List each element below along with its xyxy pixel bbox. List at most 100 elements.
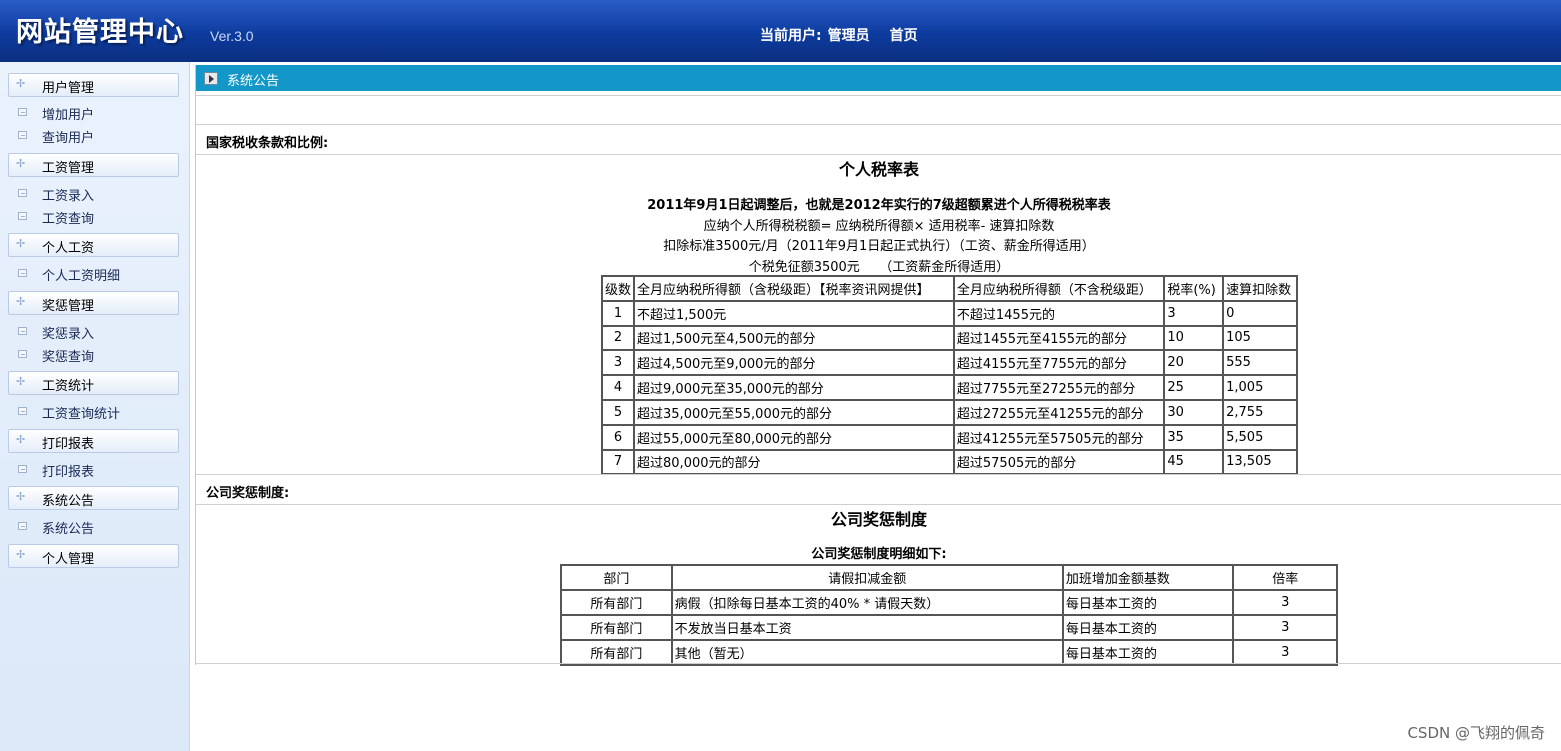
tree-node-icon <box>18 327 27 335</box>
expand-icon: ✢ <box>16 548 26 561</box>
menu-group-salary-management[interactable]: ✢ 工资管理 <box>8 153 179 177</box>
site-title: 网站管理中心 <box>16 17 184 48</box>
tax-rate-table: 级数 全月应纳税所得额（含税级距）【税率资讯网提供】 全月应纳税所得额（不含税级… <box>600 275 1298 476</box>
tree-node-icon <box>18 522 27 530</box>
table-row: 6 超过55,000元至80,000元的部分 超过41255元至57505元的部分 3… <box>600 423 1298 451</box>
tree-node-icon <box>18 189 27 197</box>
table-header-cell: 倍率 <box>1232 564 1338 591</box>
table-cell: 13,505 <box>1222 448 1298 476</box>
table-cell: 每日基本工资的 <box>1061 589 1235 616</box>
table-cell: 30 <box>1163 398 1225 426</box>
menu-group-label: 打印报表 <box>42 437 95 452</box>
watermark: CSDN @飞翔的佩奇 <box>1407 724 1545 742</box>
divider <box>196 154 1561 155</box>
divider <box>196 124 1561 125</box>
table-cell: 25 <box>1163 374 1225 401</box>
table-cell: 3 <box>1232 589 1338 616</box>
table-cell: 4 <box>600 374 636 401</box>
table-cell: 超过41255元至57505元的部分 <box>952 423 1166 451</box>
table-cell: 所有部门 <box>560 614 673 641</box>
menu-item-label: 工资查询统计 <box>42 407 121 422</box>
table-cell: 6 <box>600 423 636 451</box>
tax-subtitle: 2011年9月1日起调整后，也就是2012年实行的7级超额累进个人所得税税率表 <box>647 198 1111 213</box>
main-panel: 系统公告 国家税收条款和比例: 个人税率表 2011年9月1日起调整后，也就是2… <box>195 65 1561 666</box>
table-cell: 超过9,000元至35,000元的部分 <box>633 374 955 401</box>
table-cell: 5,505 <box>1222 423 1298 451</box>
table-row: 1 不超过1,500元 不超过1455元的 3 0 <box>600 299 1298 327</box>
table-cell: 超过4155元至7755元的部分 <box>952 349 1166 377</box>
tax-standard: 扣除标准3500元/月（2011年9月1日起正式执行）（工资、薪金所得适用） <box>663 239 1095 254</box>
table-cell: 超过35,000元至55,000元的部分 <box>633 398 955 426</box>
expand-icon: ✢ <box>16 490 26 503</box>
table-cell: 5 <box>600 398 636 426</box>
table-header-cell: 级数 <box>600 275 636 302</box>
tree-node-icon <box>18 212 27 220</box>
menu-group-user-management[interactable]: ✢ 用户管理 <box>8 73 179 97</box>
site-version: Ver.3.0 <box>210 28 254 44</box>
table-cell: 1 <box>600 299 636 327</box>
table-cell: 不超过1,500元 <box>633 299 955 327</box>
table-row: 所有部门 其他（暂无） 每日基本工资的 3 <box>560 639 1338 666</box>
table-cell: 105 <box>1222 324 1298 352</box>
table-row: 2 超过1,500元至4,500元的部分 超过1455元至4155元的部分 10 105 <box>600 324 1298 352</box>
menu-group-label: 工资管理 <box>42 161 95 176</box>
menu-group-label: 个人工资 <box>42 241 95 256</box>
menu-group-personal-salary[interactable]: ✢ 个人工资 <box>8 233 179 257</box>
tax-section-label: 国家税收条款和比例: <box>206 136 329 151</box>
table-row: 3 超过4,500元至9,000元的部分 超过4155元至7755元的部分 20 555 <box>600 349 1298 377</box>
divider <box>196 474 1561 475</box>
table-cell: 2 <box>600 324 636 352</box>
table-cell: 超过4,500元至9,000元的部分 <box>633 349 955 377</box>
tax-threshold: 个税免征额3500元 （工资薪金所得适用） <box>748 260 1010 275</box>
table-cell: 0 <box>1222 299 1298 327</box>
table-cell: 超过1,500元至4,500元的部分 <box>633 324 955 352</box>
tax-title: 个人税率表 <box>838 160 919 179</box>
table-header-cell: 税率(%) <box>1163 275 1225 302</box>
table-header-cell: 部门 <box>560 564 673 591</box>
menu-group-print-report[interactable]: ✢ 打印报表 <box>8 429 179 453</box>
table-cell: 超过27255元至41255元的部分 <box>952 398 1166 426</box>
menu-group-salary-statistics[interactable]: ✢ 工资统计 <box>8 371 179 395</box>
menu-group-label: 系统公告 <box>42 494 95 509</box>
table-cell: 555 <box>1222 349 1298 377</box>
menu-item-label: 系统公告 <box>42 522 95 537</box>
table-cell: 35 <box>1163 423 1225 451</box>
table-cell: 3 <box>1232 614 1338 641</box>
table-header-row: 部门 请假扣减金额 加班增加金额基数 倍率 <box>560 564 1338 591</box>
menu-item-label: 增加用户 <box>42 108 95 123</box>
table-cell: 不发放当日基本工资 <box>670 614 1064 641</box>
table-cell: 2,755 <box>1222 398 1298 426</box>
tree-node-icon <box>18 131 27 139</box>
table-cell: 超过1455元至4155元的部分 <box>952 324 1166 352</box>
menu-group-announcement[interactable]: ✢ 系统公告 <box>8 486 179 510</box>
top-header: 网站管理中心 Ver.3.0 当前用户: 管理员 首页 <box>0 0 1561 62</box>
menu-group-reward-management[interactable]: ✢ 奖惩管理 <box>8 291 179 315</box>
reward-table: 部门 请假扣减金额 加班增加金额基数 倍率 所有部门 病假（扣除每日基本工资的40… <box>560 564 1338 666</box>
tree-node-icon <box>18 407 27 415</box>
table-cell: 所有部门 <box>560 639 673 666</box>
menu-item-label: 工资录入 <box>42 189 95 204</box>
table-cell: 10 <box>1163 324 1225 352</box>
menu-group-personal-management[interactable]: ✢ 个人管理 <box>8 544 179 568</box>
menu-item-label: 奖惩查询 <box>42 350 95 365</box>
table-cell: 3 <box>600 349 636 377</box>
table-cell: 超过7755元至27255元的部分 <box>952 374 1166 401</box>
divider <box>196 504 1561 505</box>
menu-item-label: 工资查询 <box>42 212 95 227</box>
table-cell: 所有部门 <box>560 589 673 616</box>
table-header-cell: 加班增加金额基数 <box>1061 564 1235 591</box>
table-cell: 超过57505元的部分 <box>952 448 1166 476</box>
current-user[interactable]: 管理员 <box>828 28 870 44</box>
table-row: 4 超过9,000元至35,000元的部分 超过7755元至27255元的部分 25 1… <box>600 374 1298 401</box>
panel-titlebar: 系统公告 <box>196 65 1561 91</box>
menu-item-label: 查询用户 <box>42 131 95 146</box>
table-header-row: 级数 全月应纳税所得额（含税级距）【税率资讯网提供】 全月应纳税所得额（不含税级… <box>600 275 1298 302</box>
expand-icon: ✢ <box>16 77 26 90</box>
home-link[interactable]: 首页 <box>890 28 918 44</box>
expand-icon: ✢ <box>16 157 26 170</box>
table-header-cell: 请假扣减金额 <box>670 564 1064 591</box>
tree-node-icon <box>18 108 27 116</box>
sidebar-menu: ✢ 用户管理 增加用户 查询用户 ✢ 工资管理 工资录入 工资查询 ✢ 个人工资 个人… <box>0 62 190 751</box>
menu-group-label: 工资统计 <box>42 379 95 394</box>
menu-group-label: 个人管理 <box>42 552 95 567</box>
